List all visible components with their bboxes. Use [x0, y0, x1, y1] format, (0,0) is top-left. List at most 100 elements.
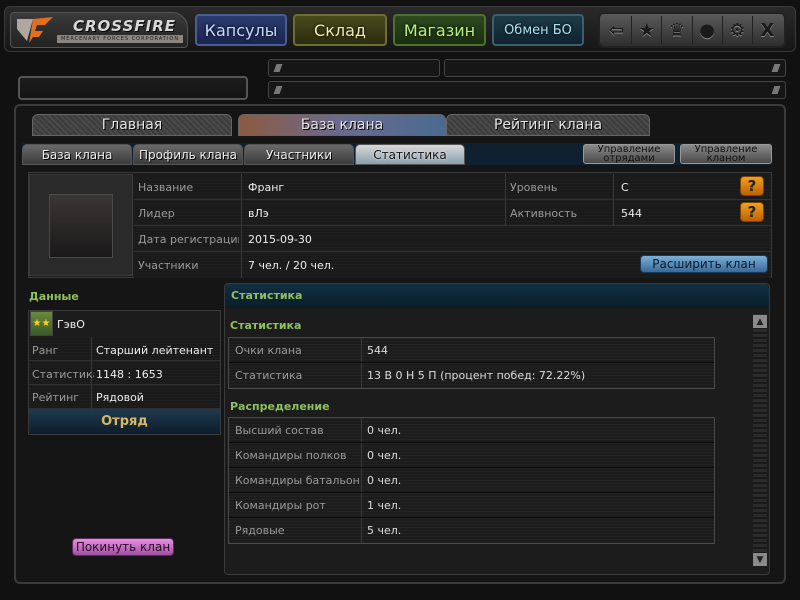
- distribution-table: Высший состав 0 чел. Командиры полков 0 чел…: [228, 417, 715, 544]
- statistics-panel-title: Статистика: [231, 289, 303, 302]
- tab-clan-base[interactable]: База клана: [238, 114, 446, 136]
- table-row: Командиры батальонов 0 чел.: [229, 468, 714, 493]
- player-nickname: ГэвО: [57, 318, 85, 331]
- divider: [361, 493, 362, 517]
- row-value: 0 чел.: [367, 424, 402, 437]
- header-icon-bar: ⇦ ★ ♛ ● ⚙ X: [598, 12, 786, 48]
- row-value: 13 В 0 Н 5 П (процент побед: 72.22%): [367, 369, 586, 382]
- leave-clan-button[interactable]: Покинуть клан: [72, 538, 174, 556]
- player-rank: Старший лейтенант: [96, 344, 214, 357]
- divider: [361, 468, 362, 492]
- player-data-title: Данные: [29, 290, 79, 303]
- logo-subtitle: MERCENARY FORCES CORPORATION: [57, 35, 183, 43]
- player-stats-label: Статистика: [32, 368, 94, 381]
- section-title-statistics: Статистика: [230, 319, 302, 332]
- settings-icon[interactable]: ⚙: [723, 16, 753, 44]
- level-label: Уровень: [510, 181, 558, 194]
- row-label: Очки клана: [235, 344, 302, 357]
- row-label: Командиры батальонов: [235, 474, 359, 487]
- divider: [361, 518, 362, 543]
- row-value: 544: [367, 344, 388, 357]
- row-label: Высший состав: [235, 424, 324, 437]
- status-bar-2: [444, 59, 786, 77]
- player-stats: 1148 : 1653: [96, 368, 163, 381]
- row-label: Статистика: [235, 369, 303, 382]
- manage-squads-button[interactable]: Управление отрядами: [583, 144, 675, 164]
- logo-title: CROSSFIRE: [73, 17, 177, 35]
- name-label: Название: [138, 181, 194, 194]
- tab-clan-rating[interactable]: Рейтинг клана: [446, 114, 650, 136]
- scroll-down-icon[interactable]: ▼: [753, 553, 767, 566]
- scrollbar-track[interactable]: [753, 314, 767, 566]
- divider: [361, 338, 362, 362]
- cf-logo-icon: [17, 17, 53, 43]
- tab-main[interactable]: Главная: [32, 114, 232, 136]
- table-row: Командиры полков 0 чел.: [229, 443, 714, 468]
- player-info-bar: [18, 76, 248, 100]
- divider: [361, 443, 362, 467]
- clan-name: Франг: [248, 181, 285, 194]
- subtab-clan-base[interactable]: База клана: [22, 144, 132, 165]
- rank-label: Ранг: [32, 344, 59, 357]
- bar-handle-icon: [273, 86, 283, 94]
- leader-label: Лидер: [138, 207, 175, 220]
- table-row: Рядовые 5 чел.: [229, 518, 714, 543]
- members-count: 7 чел. / 20 чел.: [248, 259, 335, 272]
- bar-handle-icon: [771, 86, 781, 94]
- divider: [613, 174, 614, 226]
- status-bar-3: [268, 81, 786, 99]
- table-row: Статистика 13 В 0 Н 5 П (процент побед: 7…: [229, 363, 714, 388]
- divider: [361, 418, 362, 442]
- activity-help-icon[interactable]: ?: [740, 202, 764, 222]
- nav-exchange-button[interactable]: Обмен БО: [492, 14, 584, 46]
- reg-date-label: Дата регистрации: [138, 233, 239, 246]
- rating-label: Рейтинг: [32, 391, 80, 404]
- row-label: Рядовые: [235, 524, 285, 537]
- subtab-statistics[interactable]: Статистика: [355, 144, 465, 165]
- clan-emblem: [49, 194, 113, 258]
- nav-capsules-button[interactable]: Капсулы: [195, 14, 287, 46]
- trophy-icon[interactable]: ♛: [662, 16, 693, 44]
- manage-clan-button[interactable]: Управление кланом: [680, 144, 772, 164]
- clan-level: C: [621, 181, 629, 194]
- crossfire-logo: CROSSFIRE MERCENARY FORCES CORPORATION: [10, 12, 188, 48]
- table-row: Командиры рот 1 чел.: [229, 493, 714, 518]
- table-row: Высший состав 0 чел.: [229, 418, 714, 443]
- row-value: 0 чел.: [367, 449, 402, 462]
- divider: [505, 174, 506, 226]
- clan-activity: 544: [621, 207, 642, 220]
- expand-clan-button[interactable]: Расширить клан: [640, 255, 768, 273]
- section-title-distribution: Распределение: [230, 400, 330, 413]
- divider: [361, 363, 362, 388]
- status-bar-1: [268, 59, 440, 77]
- rank-insignia-icon: ★★: [30, 311, 53, 336]
- row-value: 0 чел.: [367, 474, 402, 487]
- squad-button[interactable]: Отряд: [29, 409, 220, 433]
- bar-handle-icon: [771, 64, 781, 72]
- scroll-up-icon[interactable]: ▲: [753, 315, 767, 328]
- activity-label: Активность: [510, 207, 578, 220]
- row-label: Командиры полков: [235, 449, 347, 462]
- back-arrow-icon[interactable]: ⇦: [602, 16, 633, 44]
- statistics-table: Очки клана 544 Статистика 13 В 0 Н 5 П (про…: [228, 337, 715, 389]
- bar-handle-icon: [273, 64, 283, 72]
- level-help-icon[interactable]: ?: [740, 176, 764, 196]
- statistics-header: Статистика: [225, 284, 769, 308]
- friends-icon[interactable]: ●: [693, 16, 723, 44]
- clan-shield-icon[interactable]: ★: [632, 16, 663, 44]
- members-label: Участники: [138, 259, 199, 272]
- row-value: 1 чел.: [367, 499, 402, 512]
- subtab-members[interactable]: Участники: [244, 144, 354, 165]
- nav-inventory-button[interactable]: Склад: [293, 14, 387, 46]
- game-window: CROSSFIRE MERCENARY FORCES CORPORATION К…: [0, 0, 800, 600]
- player-rating: Рядовой: [96, 391, 144, 404]
- row-label: Командиры рот: [235, 499, 326, 512]
- row-value: 5 чел.: [367, 524, 402, 537]
- nav-shop-button[interactable]: Магазин: [393, 14, 486, 46]
- table-row: Очки клана 544: [229, 338, 714, 363]
- subtab-clan-profile[interactable]: Профиль клана: [133, 144, 243, 165]
- reg-date: 2015-09-30: [248, 233, 312, 246]
- close-icon[interactable]: X: [753, 16, 782, 44]
- divider: [241, 174, 242, 278]
- clan-leader: вЛэ: [248, 207, 269, 220]
